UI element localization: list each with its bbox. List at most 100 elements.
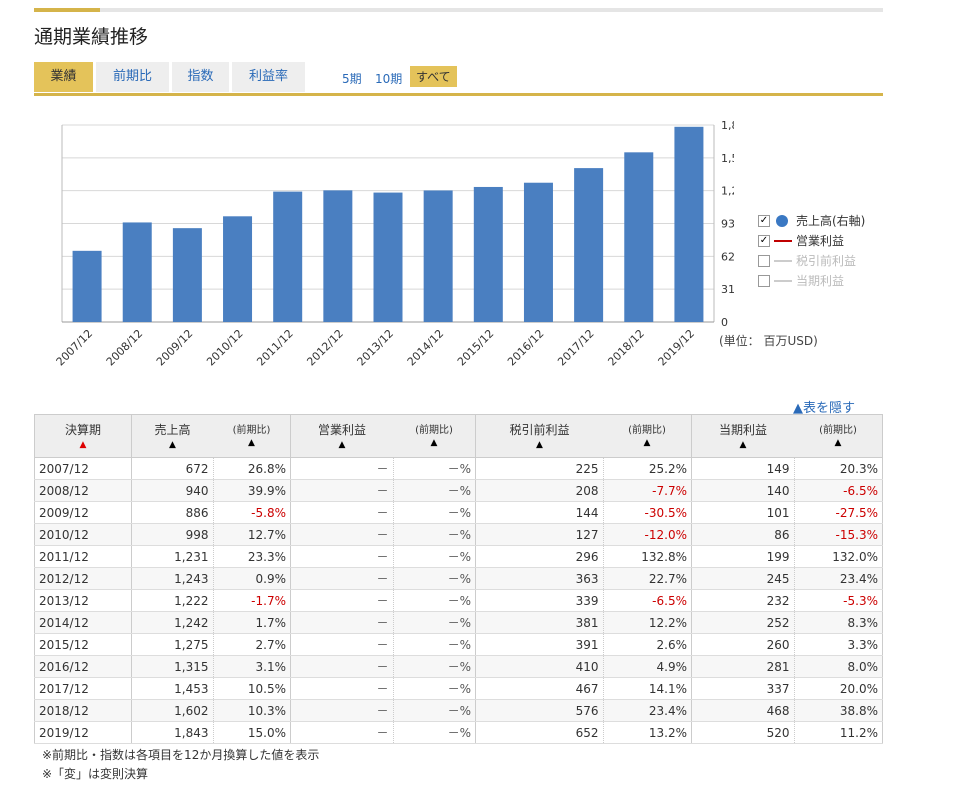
cell-operating-yoy: －%: [392, 567, 476, 590]
sort-up-icon[interactable]: ▲: [692, 440, 794, 450]
col-period[interactable]: 決算期 ▲: [34, 414, 132, 458]
legend-pretax-checkbox[interactable]: [758, 255, 770, 267]
sort-up-icon[interactable]: ▲: [476, 440, 603, 450]
sort-up-icon[interactable]: ▲: [132, 440, 213, 450]
x-tick-label: 2010/12: [204, 327, 246, 369]
y-tick-label: 1,240: [721, 185, 734, 198]
cell-sales: 940: [131, 479, 213, 502]
sort-up-icon[interactable]: ▲: [603, 438, 691, 448]
cell-net: 199: [691, 545, 794, 568]
x-tick-label: 2016/12: [505, 327, 547, 369]
tab-underline: [34, 93, 883, 96]
bar: [423, 190, 453, 322]
sort-up-icon[interactable]: ▲: [35, 440, 131, 450]
cell-net-yoy: 8.0%: [793, 655, 883, 678]
table-row: 2007/12 672 26.8% －－% 225 25.2% 149 20.3%: [34, 457, 883, 480]
cell-operating-yoy: －%: [392, 633, 476, 656]
sort-up-icon[interactable]: ▲: [291, 440, 393, 450]
tab-index[interactable]: 指数: [172, 62, 229, 92]
cell-sales: 1,453: [131, 677, 213, 700]
x-tick-label: 2017/12: [555, 327, 597, 369]
x-tick-label: 2014/12: [405, 327, 447, 369]
cell-pretax: 127: [475, 523, 603, 546]
tab-yoy[interactable]: 前期比: [96, 62, 169, 92]
cell-sales-yoy: 0.9%: [212, 567, 291, 590]
table-row: 2017/12 1,453 10.5% －－% 467 14.1% 337 20.0%: [34, 677, 883, 700]
cell-sales-yoy: 39.9%: [212, 479, 291, 502]
cell-operating: －: [290, 589, 393, 612]
col-operating[interactable]: 営業利益 ▲: [290, 414, 393, 458]
cell-operating: －: [290, 501, 393, 524]
legend-operating-checkbox[interactable]: ✓: [758, 235, 770, 247]
cell-pretax-yoy: 14.1%: [602, 677, 692, 700]
cell-sales-yoy: 23.3%: [212, 545, 291, 568]
cell-operating-yoy: －%: [392, 523, 476, 546]
cell-net-yoy: 3.3%: [793, 633, 883, 656]
cell-sales-yoy: 3.1%: [212, 655, 291, 678]
cell-period: 2014/12: [34, 611, 132, 634]
y-tick-label: 1,550: [721, 152, 734, 165]
y-tick-label: 310: [721, 283, 734, 296]
sort-up-icon[interactable]: ▲: [213, 438, 290, 448]
cell-operating-yoy: －%: [392, 677, 476, 700]
cell-pretax: 339: [475, 589, 603, 612]
cell-period: 2007/12: [34, 457, 132, 480]
cell-net: 140: [691, 479, 794, 502]
tab-results[interactable]: 業績: [34, 62, 93, 92]
results-table: 決算期 ▲ 売上高 ▲ (前期比) ▲ 営業利益 ▲ (前期比) ▲ 税引前利益…: [34, 414, 883, 744]
top-divider: [34, 8, 883, 12]
period-10[interactable]: 10期: [375, 70, 402, 87]
cell-operating-yoy: －%: [392, 589, 476, 612]
cell-pretax: 652: [475, 721, 603, 744]
col-sales-yoy[interactable]: (前期比) ▲: [213, 414, 291, 458]
legend-sales-checkbox[interactable]: ✓: [758, 215, 770, 227]
cell-net-yoy: -5.3%: [793, 589, 883, 612]
col-pretax[interactable]: 税引前利益 ▲: [475, 414, 603, 458]
cell-pretax: 363: [475, 567, 603, 590]
legend-net-label: 当期利益: [796, 274, 845, 288]
results-table-body: 2007/12 672 26.8% －－% 225 25.2% 149 20.3% 2008/1…: [34, 457, 883, 744]
col-sales[interactable]: 売上高 ▲: [131, 414, 213, 458]
x-tick-label: 2007/12: [54, 327, 96, 369]
cell-operating-yoy: －%: [392, 457, 476, 480]
footnote-1: ※前期比・指数は各項目を12か月換算した値を表示: [42, 748, 320, 762]
cell-net: 520: [691, 721, 794, 744]
circle-marker-icon: [776, 215, 788, 227]
legend-net-checkbox[interactable]: [758, 275, 770, 287]
bar: [523, 182, 553, 322]
table-row: 2008/12 940 39.9% －－% 208 -7.7% 140 -6.5%: [34, 479, 883, 502]
cell-operating: －: [290, 523, 393, 546]
period-5[interactable]: 5期: [342, 70, 362, 87]
bar: [624, 152, 654, 322]
top-divider-accent: [34, 8, 100, 12]
cell-pretax: 296: [475, 545, 603, 568]
sort-up-icon[interactable]: ▲: [393, 438, 475, 448]
col-net[interactable]: 当期利益 ▲: [691, 414, 794, 458]
cell-sales-yoy: 1.7%: [212, 611, 291, 634]
unit-label: (単位： 百万USD): [719, 334, 818, 348]
gray-line-marker-icon: [774, 280, 792, 282]
col-pretax-yoy[interactable]: (前期比) ▲: [603, 414, 692, 458]
cell-sales: 998: [131, 523, 213, 546]
sales-bar-chart: 1,8601,5501,24093062031002007/122008/122…: [54, 119, 734, 369]
sort-up-icon[interactable]: ▲: [794, 438, 882, 448]
col-net-yoy[interactable]: (前期比) ▲: [794, 414, 883, 458]
x-tick-label: 2012/12: [304, 327, 346, 369]
cell-net-yoy: 20.0%: [793, 677, 883, 700]
cell-net: 260: [691, 633, 794, 656]
legend-operating-label: 営業利益: [796, 234, 845, 248]
cell-sales: 1,231: [131, 545, 213, 568]
y-tick-label: 930: [721, 218, 734, 231]
cell-operating: －: [290, 655, 393, 678]
col-operating-yoy[interactable]: (前期比) ▲: [393, 414, 476, 458]
x-tick-label: 2015/12: [455, 327, 497, 369]
cell-sales-yoy: 10.3%: [212, 699, 291, 722]
cell-operating: －: [290, 545, 393, 568]
cell-sales: 672: [131, 457, 213, 480]
tab-margin[interactable]: 利益率: [232, 62, 305, 92]
y-tick-label: 620: [721, 250, 734, 263]
cell-sales: 1,315: [131, 655, 213, 678]
cell-net-yoy: -15.3%: [793, 523, 883, 546]
red-line-marker-icon: [774, 240, 792, 242]
period-all[interactable]: すべて: [410, 66, 457, 87]
